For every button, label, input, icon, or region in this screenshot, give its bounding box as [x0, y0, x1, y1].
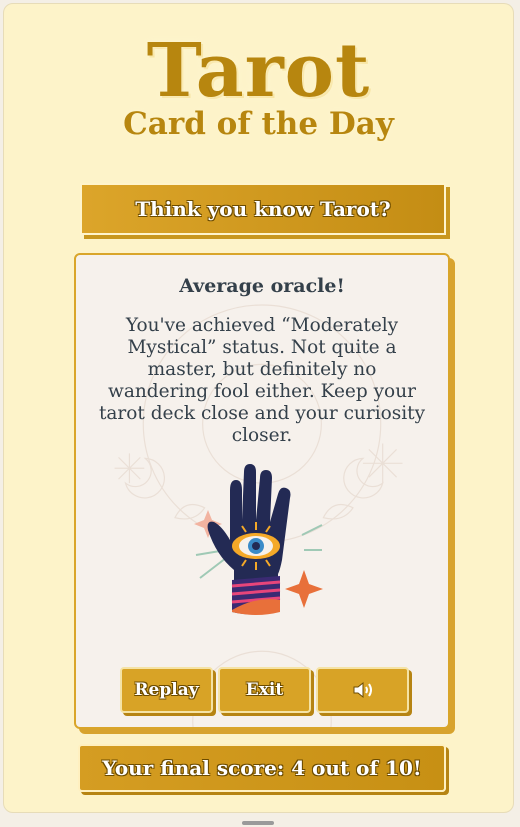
exit-button[interactable]: Exit	[218, 667, 311, 713]
quiz-banner: Think you know Tarot?	[80, 183, 446, 235]
speaker-icon	[353, 681, 372, 699]
result-message: You've achieved “Moderately Mystical” st…	[98, 315, 426, 446]
app-title: Tarot	[146, 28, 371, 114]
replay-button[interactable]: Replay	[120, 667, 213, 713]
quiz-app: Tarot Card of the Day Think you know Tar…	[3, 3, 514, 813]
final-score: Your final score: 4 out of 10!	[78, 744, 446, 792]
action-buttons: Replay Exit	[120, 667, 412, 715]
sound-toggle-button[interactable]	[316, 667, 409, 713]
scroll-indicator	[242, 821, 274, 825]
palm-eye-hand-icon	[194, 464, 323, 615]
app-subtitle: Card of the Day	[123, 106, 394, 142]
app-header: Tarot Card of the Day	[4, 32, 513, 142]
result-heading: Average oracle!	[179, 275, 345, 297]
result-card: Average oracle! You've achieved “Moderat…	[74, 253, 450, 729]
